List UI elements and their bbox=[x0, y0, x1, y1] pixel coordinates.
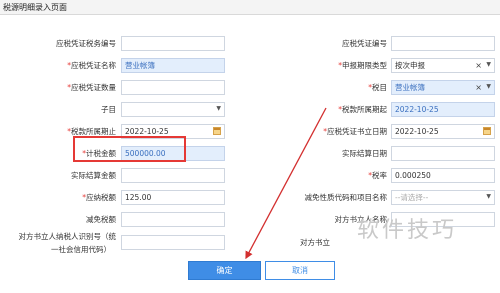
annotation-arrow bbox=[245, 107, 327, 260]
